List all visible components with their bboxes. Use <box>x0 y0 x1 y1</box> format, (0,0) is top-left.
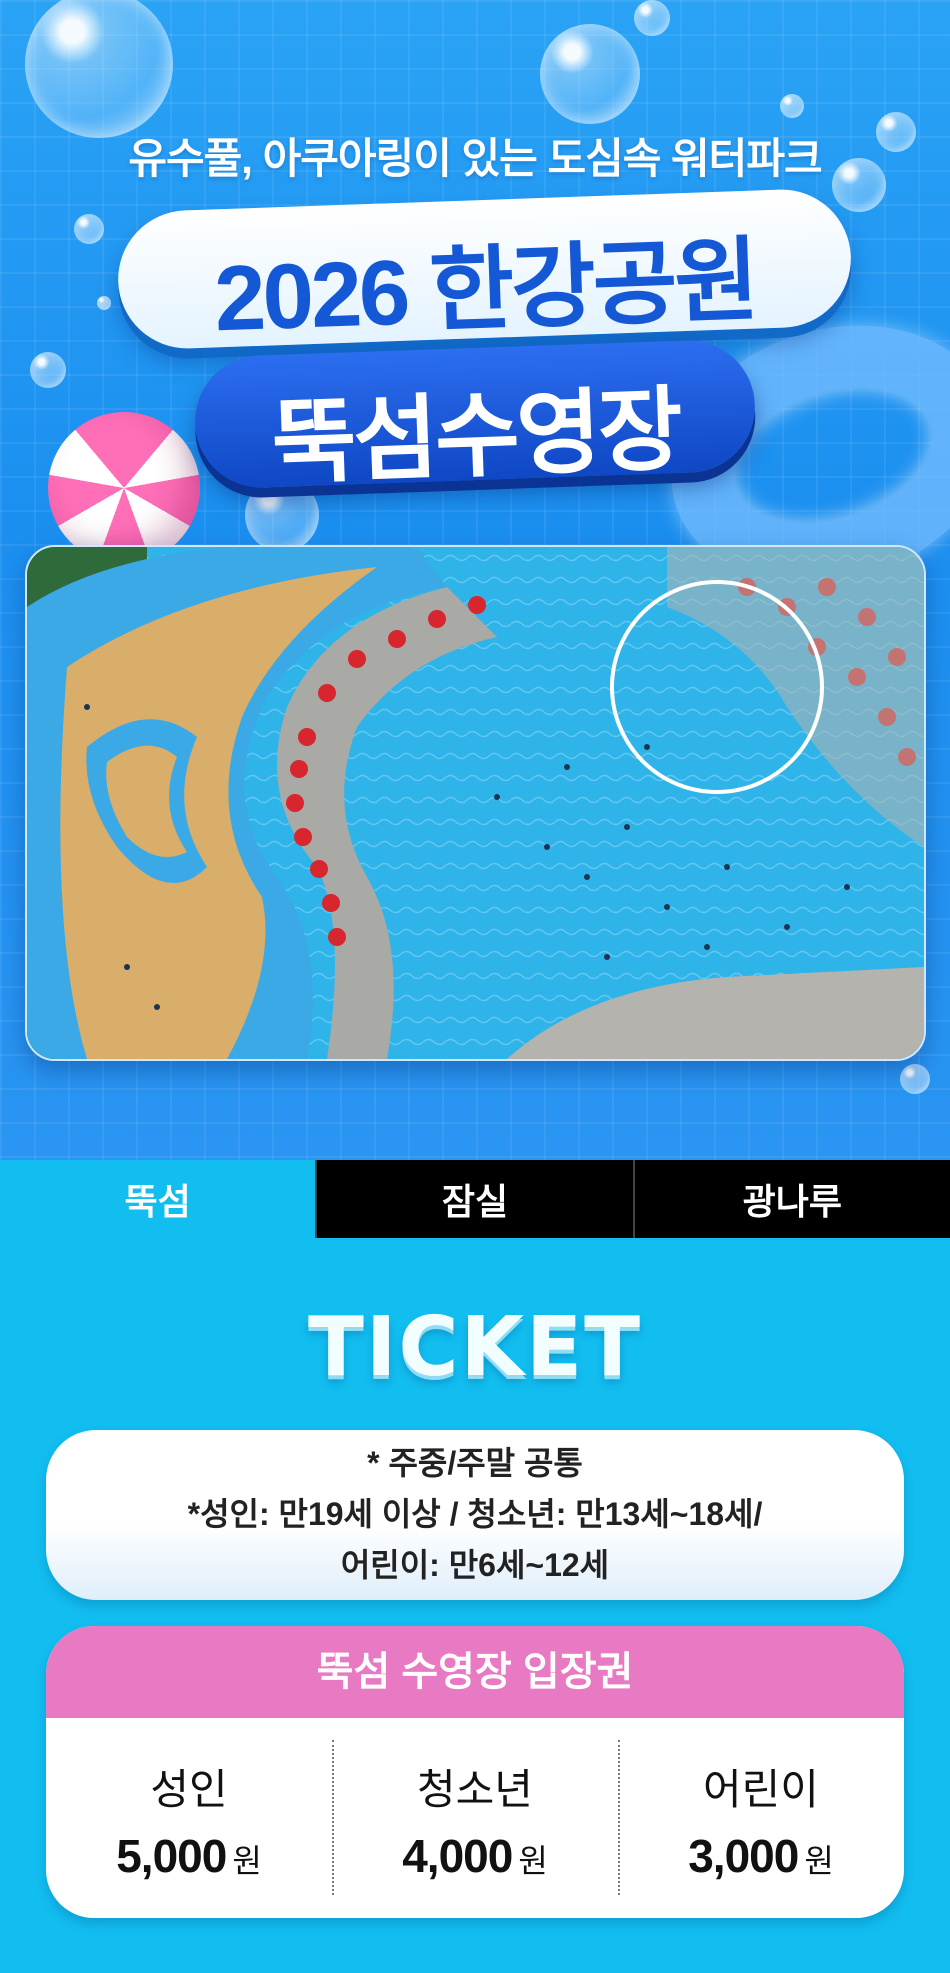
price-value: 5,000 원 <box>46 1829 332 1883</box>
hero-banner: 유수풀, 아쿠아링이 있는 도심속 워터파크 2026 한강공원 뚝섬수영장 <box>0 0 950 1160</box>
price-unit: 원 <box>804 1843 834 1879</box>
price-amount: 5,000 <box>116 1830 227 1882</box>
tab-gwangnaru[interactable]: 광나루 <box>632 1160 950 1238</box>
pool-aerial-photo <box>25 545 926 1061</box>
tab-ttukseom[interactable]: 뚝섬 <box>0 1160 316 1238</box>
price-card: 뚝섬 수영장 입장권 성인 5,000 원 청소년 4,000 원 어린이 3,00… <box>46 1626 904 1918</box>
price-unit: 원 <box>518 1843 548 1879</box>
bubble-decoration <box>780 94 804 118</box>
hero-title-line1: 2026 한강공원 <box>212 229 758 351</box>
price-column-adult: 성인 5,000 원 <box>46 1718 332 1918</box>
tab-jamsil[interactable]: 잠실 <box>315 1160 633 1238</box>
price-amount: 4,000 <box>402 1830 513 1882</box>
bubble-decoration <box>30 352 66 388</box>
notice-line: *성인: 만19세 이상 / 청소년: 만13세~18세/ <box>187 1496 763 1532</box>
hero-title-line2: 뚝섬수영장 <box>270 378 682 496</box>
price-unit: 원 <box>232 1843 262 1879</box>
price-card-header: 뚝섬 수영장 입장권 <box>46 1626 904 1718</box>
notice-line: 어린이: 만6세~12세 <box>340 1547 610 1583</box>
price-column-child: 어린이 3,000 원 <box>618 1718 904 1918</box>
ticket-heading: TICKET <box>307 1300 643 1395</box>
price-value: 3,000 원 <box>618 1829 904 1883</box>
bubble-decoration <box>634 0 670 36</box>
bubble-decoration <box>900 1064 930 1094</box>
beach-ball-icon <box>48 412 200 564</box>
price-label: 어린이 <box>703 1766 819 1813</box>
bubble-decoration <box>540 24 640 124</box>
price-value: 4,000 원 <box>332 1829 618 1883</box>
bubble-decoration <box>74 214 104 244</box>
hero-title-pill-dark: 뚝섬수영장 <box>192 338 758 495</box>
price-label: 성인 <box>150 1766 228 1813</box>
bubble-decoration <box>97 296 111 310</box>
notice-line: * 주중/주말 공통 <box>367 1445 583 1481</box>
price-columns: 성인 5,000 원 청소년 4,000 원 어린이 3,000 원 <box>46 1718 904 1918</box>
ticket-notice-box: * 주중/주말 공통 *성인: 만19세 이상 / 청소년: 만13세~18세/… <box>46 1430 904 1600</box>
hero-title-pill: 2026 한강공원 <box>115 187 854 351</box>
price-column-youth: 청소년 4,000 원 <box>332 1718 618 1918</box>
price-amount: 3,000 <box>688 1830 799 1882</box>
hero-subtitle: 유수풀, 아쿠아링이 있는 도심속 워터파크 <box>128 135 822 182</box>
price-label: 청소년 <box>417 1766 533 1813</box>
location-tabs: 뚝섬 잠실 광나루 <box>0 1160 950 1238</box>
